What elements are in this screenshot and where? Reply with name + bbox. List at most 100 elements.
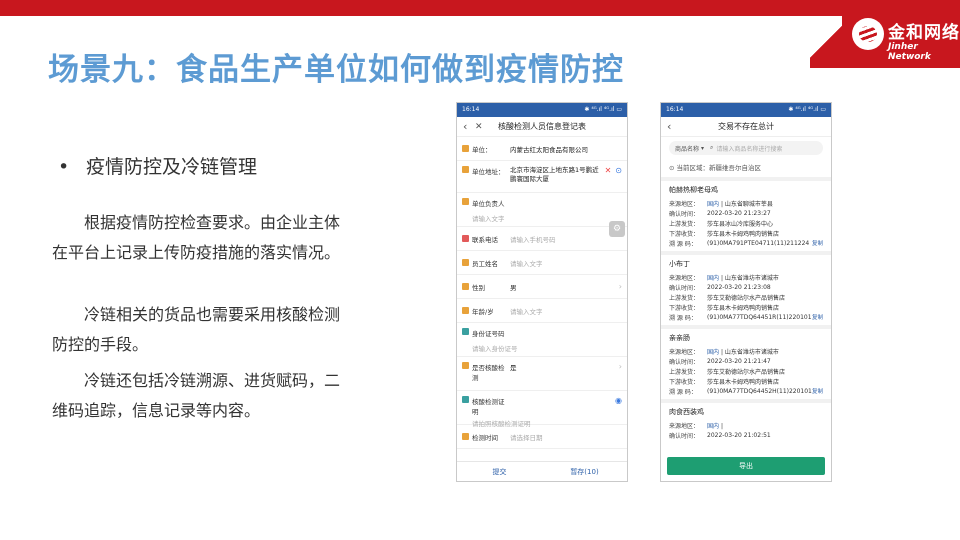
upstream-value: 莎车艾勒德站尔水产品销售店 (707, 368, 786, 376)
gender-icon (462, 283, 469, 290)
label-confirm: 确认时间： (669, 432, 700, 440)
field-placeholder: 请输入文字 (472, 215, 505, 223)
product-name: 亲亲肠 (669, 334, 690, 342)
bullet-dot-icon: • (58, 156, 70, 178)
source-tag: 国内 (707, 422, 720, 430)
brand-name-cn: 金和网络 (888, 23, 960, 43)
clock-icon (462, 433, 469, 440)
label-upstream: 上游发货： (669, 368, 700, 376)
label-upstream: 上游发货： (669, 294, 700, 302)
list-title: 交易不存在总计 (718, 122, 774, 131)
source-value: | (720, 422, 723, 430)
checkbox-icon (462, 396, 469, 403)
brand-name-en: Jinher Network (888, 42, 931, 62)
test-icon (462, 362, 469, 369)
field-test-time[interactable]: 检测时间 请选择日期 (457, 425, 627, 449)
label-code: 溯 源 码： (669, 314, 697, 322)
paragraph-1: 根据疫情防控检查要求。由企业主体在平台上记录上传防疫措施的落实情况。 (52, 213, 341, 262)
label-confirm: 确认时间： (669, 210, 700, 218)
status-time: 16:14 (462, 106, 480, 113)
field-id-number[interactable]: 身份证号码 请输入身份证号 (457, 323, 627, 357)
upstream-value: 莎车县冰山冷库服务中心 (707, 220, 774, 228)
region-text: 当前区域：新疆维吾尔自治区 (676, 164, 762, 172)
logo-globe-icon (852, 18, 884, 50)
search-bar[interactable]: 商品名称 ▾ ⌕ 请输入商品名称进行搜索 (669, 141, 823, 155)
trade-card[interactable]: 亲亲肠 来源地区： 国内 | 山东省潍坊市诸城市 确认时间： 2022-03-20 … (661, 329, 831, 403)
submit-button[interactable]: 提交 (457, 462, 542, 481)
phone-trade-list: 16:14 ✱ ⁴ᴳ.ıl ⁴ᴳ.ıl ▭ ‹ 交易不存在总计 商品名称 ▾ ⌕… (660, 102, 832, 482)
camera-icon[interactable]: ◉ (615, 396, 622, 405)
label-downstream: 下游收货： (669, 304, 700, 312)
field-age[interactable]: 年龄/岁 请输入文字 (457, 299, 627, 323)
app-bar: ‹ ✕ 核酸检测人员信息登记表 (457, 117, 627, 137)
trade-card[interactable]: 帕赫热柳老母鸡 来源地区： 国内 | 山东省聊城市莘县 确认时间： 2022-03-… (661, 181, 831, 255)
label-code: 溯 源 码： (669, 388, 697, 396)
field-employee-name[interactable]: 员工姓名 请输入文字 (457, 251, 627, 275)
field-label: 身份证号码 (472, 330, 505, 338)
field-address[interactable]: 单位地址： 北京市海淀区上地东路1号鹏近鹏寰国际大厦 ✕ ⊙ (457, 161, 627, 193)
field-unit[interactable]: 单位： 内蒙古红太阳食品有限公司 (457, 137, 627, 161)
label-downstream: 下游收货： (669, 378, 700, 386)
field-placeholder: 请输入文字 (510, 307, 543, 316)
chevron-down-icon: ▾ (701, 144, 705, 152)
location-icon[interactable]: ⊙ (615, 166, 622, 175)
upstream-value: 莎车艾勒德站尔水产品销售店 (707, 294, 786, 302)
trade-card[interactable]: 小布丁 来源地区： 国内 | 山东省潍坊市诸城市 确认时间： 2022-03-20 … (661, 255, 831, 329)
copy-button[interactable]: 复制 (812, 313, 823, 321)
copy-button[interactable]: 复制 (812, 239, 823, 247)
close-icon[interactable]: ✕ (475, 122, 489, 132)
age-icon (462, 307, 469, 314)
field-certificate[interactable]: 核酸检测证明 ◉ 请拍照核酸检测证明 (457, 391, 627, 428)
trade-card[interactable]: 肉食西装鸡 来源地区： 国内 | 确认时间： 2022-03-20 21:02:51 (661, 403, 831, 443)
building-icon (462, 145, 469, 152)
source-value: | 山东省潍坊市诸城市 (720, 274, 779, 282)
downstream-value: 莎车县木卡姆鸡鸭肉销售店 (707, 230, 780, 238)
confirm-time: 2022-03-20 21:21:47 (707, 357, 771, 365)
product-name: 肉食西装鸡 (669, 408, 704, 416)
field-tested[interactable]: 是否核酸检测 是 › (457, 357, 627, 391)
field-owner[interactable]: 单位负责人 请输入文字 (457, 193, 627, 227)
person-icon (462, 198, 469, 205)
location-icon: ⊙ (669, 164, 675, 172)
clear-icon[interactable]: ✕ (605, 166, 612, 175)
confirm-time: 2022-03-20 21:23:08 (707, 283, 771, 291)
label-source: 来源地区： (669, 274, 700, 282)
bullet-text: 疫情防控及冷链管理 (86, 156, 258, 178)
copy-button[interactable]: 复制 (812, 387, 823, 395)
confirm-time: 2022-03-20 21:02:51 (707, 431, 771, 439)
status-icons: ✱ ⁴ᴳ.ıl ⁴ᴳ.ıl ▭ (788, 106, 826, 113)
back-arrow-icon[interactable]: ‹ (463, 120, 473, 133)
field-value: 北京市海淀区上地东路1号鹏近鹏寰国际大厦 (510, 166, 599, 183)
save-draft-button[interactable]: 暂存(10) (542, 462, 627, 481)
field-label: 性别 (472, 283, 485, 292)
status-icons: ✱ ⁴ᴳ.ıl ⁴ᴳ.ıl ▭ (584, 106, 622, 113)
downstream-value: 莎车县木卡姆鸡鸭肉销售店 (707, 378, 780, 386)
field-label: 单位： (472, 145, 492, 154)
field-gender[interactable]: 性别 男 › (457, 275, 627, 299)
source-value: | 山东省潍坊市诸城市 (720, 348, 779, 356)
trace-code: (91)0MA77TDQ64451R(11)220101 (707, 313, 812, 321)
field-value: 男 (510, 283, 517, 292)
trace-code: (91)0MA791PTE04711(11)211224 (707, 239, 810, 247)
field-phone[interactable]: 联系电话 请输入手机号码 (457, 227, 627, 251)
export-button[interactable]: 导出 (667, 457, 825, 475)
label-source: 来源地区： (669, 200, 700, 208)
form-bottom-bar: 提交 暂存(10) (457, 461, 627, 481)
brand-logo-area: 金和网络 Jinher Network (810, 0, 960, 68)
paragraph-3: 冷链还包括冷链溯源、进货赋码，二维码追踪，信息记录等内容。 (52, 371, 341, 420)
source-value: | 山东省聊城市莘县 (720, 200, 773, 208)
person-icon (462, 259, 469, 266)
field-label: 单位地址： (472, 168, 505, 176)
field-label: 年龄/岁 (472, 307, 494, 316)
search-input[interactable]: 请输入商品名称进行搜索 (716, 144, 782, 153)
status-bar: 16:14 ✱ ⁴ᴳ.ıl ⁴ᴳ.ıl ▭ (457, 103, 627, 117)
field-label: 联系电话 (472, 235, 498, 244)
back-arrow-icon[interactable]: ‹ (667, 120, 677, 133)
search-category-dropdown[interactable]: 商品名称 (675, 144, 699, 153)
field-label: 单位负责人 (472, 200, 505, 208)
trace-code: (91)0MA77TDQ64452H(11)220101 (707, 387, 812, 395)
label-downstream: 下游收货： (669, 230, 700, 238)
source-tag: 国内 (707, 348, 720, 356)
label-confirm: 确认时间： (669, 284, 700, 292)
app-bar: ‹ 交易不存在总计 (661, 117, 831, 137)
